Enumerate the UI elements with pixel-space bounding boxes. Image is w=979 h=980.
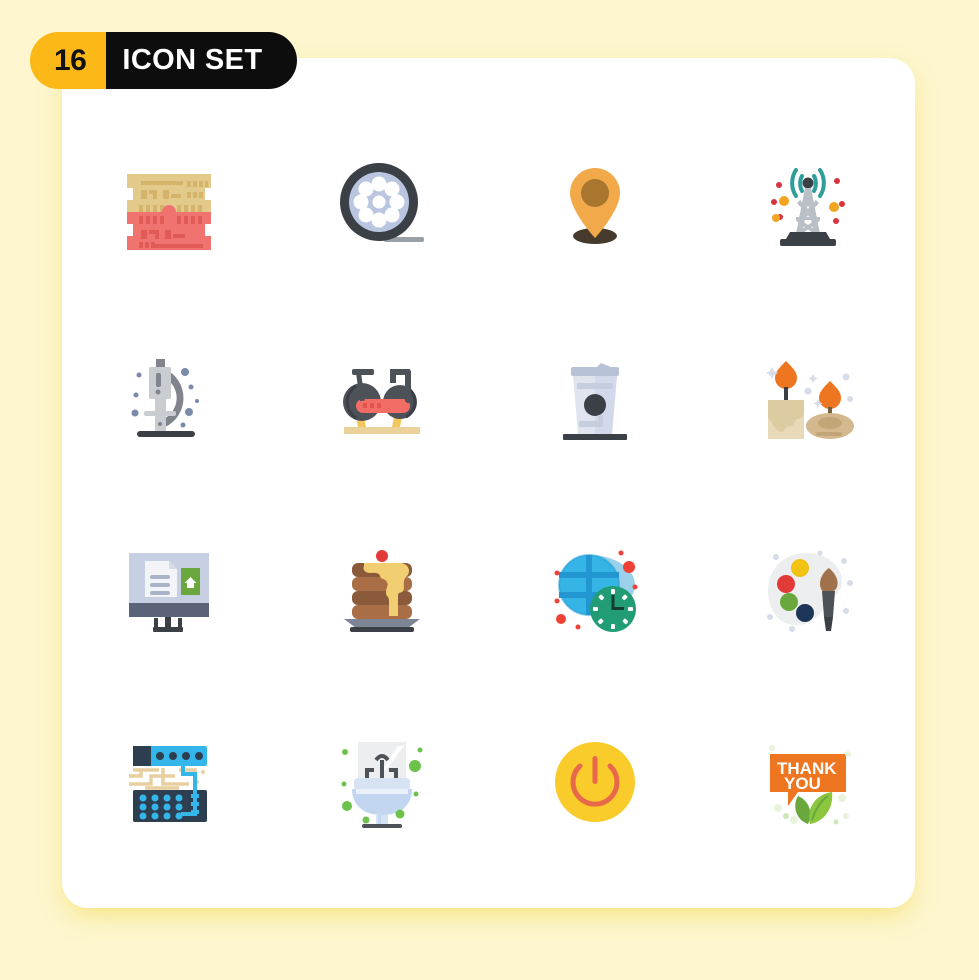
icon-cell-thank-you[interactable]: THANK YOU [702,686,915,879]
icon-cell-presentation[interactable] [62,493,275,686]
badge-count: 16 [30,32,107,89]
thank-you-icon: THANK YOU [769,744,852,825]
bathroom-sink-icon [341,741,423,828]
candles-icon [766,360,855,439]
map-pin-icon [570,168,621,245]
microscope-icon [131,358,199,437]
icon-cell-microscope[interactable] [62,301,275,494]
signal-tower-icon [771,168,846,247]
icon-cell-candles[interactable] [702,301,915,494]
soda-cup-icon [563,362,628,440]
icon-cell-globe-clock[interactable] [489,493,702,686]
ram-memory-icon [126,174,211,251]
icon-cell-circuit-board[interactable] [62,686,275,879]
circuit-board-icon [128,745,207,822]
icon-cell-map-pin[interactable] [489,108,702,301]
globe-clock-icon [554,550,638,633]
icon-cell-exercise-bike[interactable] [275,301,488,494]
icon-grid: THANK YOU [62,108,915,878]
badge-label: ICON SET [106,32,297,89]
power-button-icon [555,741,636,822]
icon-cell-ram-memory[interactable] [62,108,275,301]
icon-cell-power-button[interactable] [489,686,702,879]
icon-cell-paint-palette[interactable] [702,493,915,686]
icon-cell-film-reel[interactable] [275,108,488,301]
presentation-icon [128,553,209,633]
icon-cell-signal-tower[interactable] [702,108,915,301]
icon-cell-soda-cup[interactable] [489,301,702,494]
film-reel-icon [339,163,424,243]
thank-you-line2: YOU [784,774,821,793]
pancakes-icon [343,550,420,633]
icon-count-badge: 16 ICON SET [30,32,297,89]
exercise-bike-icon [342,368,420,434]
paint-palette-icon [767,550,854,633]
icon-cell-pancakes[interactable] [275,493,488,686]
icon-cell-bathroom-sink[interactable] [275,686,488,879]
